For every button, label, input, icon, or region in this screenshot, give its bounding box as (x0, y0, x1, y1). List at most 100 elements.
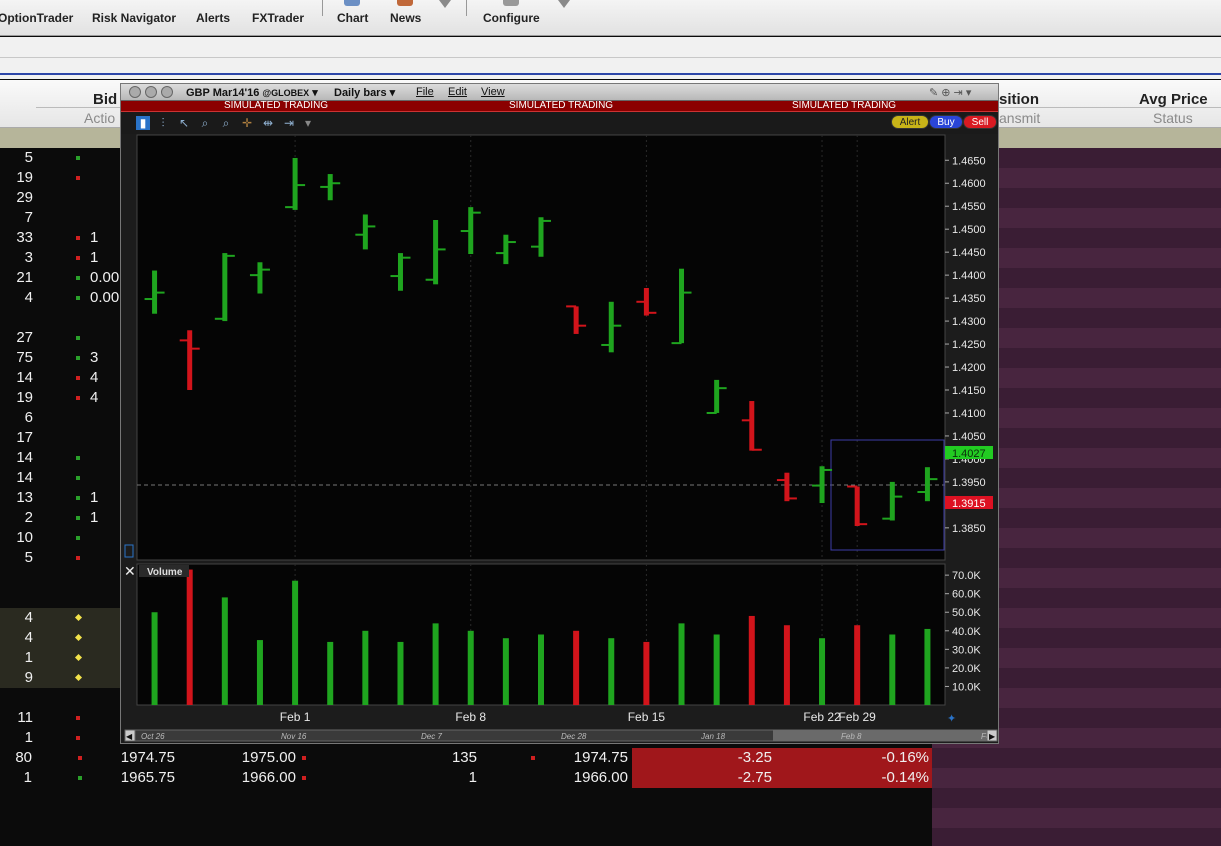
table-row[interactable]: 1 (0, 648, 122, 668)
row-value: 13 (16, 489, 33, 506)
price-tag-lower-label: 1.3915 (952, 498, 986, 510)
toolbar-configure[interactable]: Configure (483, 11, 540, 25)
chart-window[interactable]: GBP Mar14'16 @GLOBEX ▾ Daily bars ▾ File… (120, 83, 999, 744)
row-value: 80 (15, 749, 32, 766)
price-tick-label: 1.4200 (952, 362, 986, 374)
chevron-right-icon[interactable]: ▶ (989, 732, 996, 741)
row-change: -3.25 (737, 749, 772, 766)
chevron-left-icon[interactable]: ◀ (126, 732, 133, 741)
row-last: 1974.75 (573, 749, 628, 766)
toolbar-optiontrader[interactable]: OptionTrader (0, 11, 73, 25)
column-bid[interactable]: Bid (93, 91, 117, 108)
row-change-percent: -0.14% (881, 769, 929, 786)
navigator-date-label: Oct 26 (141, 732, 165, 741)
price-tick-label: 1.4400 (952, 270, 986, 282)
tick-marker (78, 756, 82, 760)
navigator-thumb[interactable] (773, 730, 988, 741)
row-size: 135 (451, 749, 477, 766)
table-row[interactable]: 10 (0, 528, 122, 548)
tick-marker (76, 516, 80, 520)
price-tick-label: 1.3950 (952, 477, 986, 489)
dropdown-arrow-icon[interactable] (439, 0, 451, 8)
table-row[interactable]: 80 1974.75 1975.00 135 1974.75 -3.25 -0.… (0, 748, 932, 768)
tick-marker (76, 236, 80, 240)
table-row[interactable]: 7 (0, 208, 122, 228)
navigator-date-label: Nov 16 (281, 732, 307, 741)
scroll-right-icon[interactable]: ✦ (947, 712, 956, 725)
volume-tick-label: 40.0K (952, 626, 981, 638)
column-transmit[interactable]: ansmit (999, 110, 1040, 126)
chart-canvas[interactable]: 1.4650 1.4600 1.4550 1.4500 1.4450 1.4400 1.43… (121, 84, 998, 743)
date-tick-label: Feb 1 (280, 710, 311, 724)
bar-range (784, 472, 790, 502)
volume-tick-label: 30.0K (952, 644, 981, 656)
table-row[interactable]: 1 (0, 728, 122, 748)
tick-marker (302, 756, 306, 760)
table-row[interactable]: 4 (0, 608, 122, 628)
column-avg-price[interactable]: Avg Price (1139, 91, 1208, 108)
volume-bar (327, 641, 334, 705)
table-row[interactable]: 13 1 (0, 488, 122, 508)
table-row[interactable] (0, 688, 122, 708)
table-row[interactable]: 5 (0, 548, 122, 568)
tick-marker (76, 716, 80, 720)
table-row[interactable]: 4 (0, 628, 122, 648)
table-row[interactable] (0, 308, 122, 328)
table-row[interactable] (0, 568, 122, 588)
table-row[interactable]: 14 4 (0, 368, 122, 388)
volume-bar (573, 630, 580, 705)
row-value: 21 (16, 269, 33, 286)
table-row[interactable]: 4 0.00 (0, 288, 122, 308)
column-action[interactable]: Actio (84, 110, 115, 126)
date-tick-label: Feb 22 (803, 710, 841, 724)
toolbar-risk-navigator[interactable]: Risk Navigator (92, 11, 176, 25)
column-position[interactable]: sition (999, 91, 1039, 108)
row-bid: 0.00 (90, 269, 120, 286)
table-row[interactable]: 14 (0, 448, 122, 468)
volume-bar (502, 638, 509, 705)
toolbar-fxtrader[interactable]: FXTrader (252, 11, 304, 25)
row-value: 1 (24, 649, 33, 666)
table-row[interactable]: 6 (0, 408, 122, 428)
table-row[interactable]: 75 3 (0, 348, 122, 368)
row-value: 3 (24, 249, 33, 266)
column-status[interactable]: Status (1153, 110, 1193, 126)
tab-bar (0, 37, 1221, 79)
close-pane-icon[interactable]: ✕ (124, 564, 136, 580)
futures-rows: 80 1974.75 1975.00 135 1974.75 -3.25 -0.… (0, 748, 932, 788)
chart-icon (344, 0, 360, 6)
tick-marker (76, 556, 80, 560)
pane-handle-icon[interactable] (124, 544, 134, 558)
table-row[interactable]: 19 4 (0, 388, 122, 408)
table-row[interactable]: 27 (0, 328, 122, 348)
dropdown-arrow-icon[interactable] (558, 0, 570, 8)
navigator-date-label: Feb 8 (841, 732, 862, 741)
row-value: 2 (24, 509, 33, 526)
tick-marker (76, 396, 80, 400)
table-row[interactable]: 1 1965.75 1966.00 1 1966.00 -2.75 -0.14% (0, 768, 932, 788)
table-row[interactable]: 5 (0, 148, 122, 168)
table-row[interactable]: 31 (0, 248, 122, 268)
bar-range (889, 481, 895, 521)
table-row[interactable]: 19 (0, 168, 122, 188)
volume-bar (608, 638, 615, 705)
toolbar-news[interactable]: News (390, 11, 421, 25)
table-row[interactable]: 17 (0, 428, 122, 448)
toolbar-chart[interactable]: Chart (337, 11, 368, 25)
table-row[interactable]: 9 (0, 668, 122, 688)
row-bid: 1974.75 (120, 749, 175, 766)
bar-range (854, 486, 860, 526)
row-value: 11 (17, 709, 33, 726)
table-row[interactable]: 29 (0, 188, 122, 208)
table-row[interactable]: 21 (0, 508, 122, 528)
toolbar-alerts[interactable]: Alerts (196, 11, 230, 25)
table-row[interactable]: 21 0.00 (0, 268, 122, 288)
tick-marker (74, 633, 83, 642)
bar-range (397, 253, 403, 291)
table-row[interactable]: 33 1 (0, 228, 122, 248)
toolbar-separator (322, 0, 323, 16)
table-row[interactable]: 11 (0, 708, 122, 728)
table-row[interactable] (0, 588, 122, 608)
table-row[interactable]: 14 (0, 468, 122, 488)
row-value: 33 (16, 229, 33, 246)
